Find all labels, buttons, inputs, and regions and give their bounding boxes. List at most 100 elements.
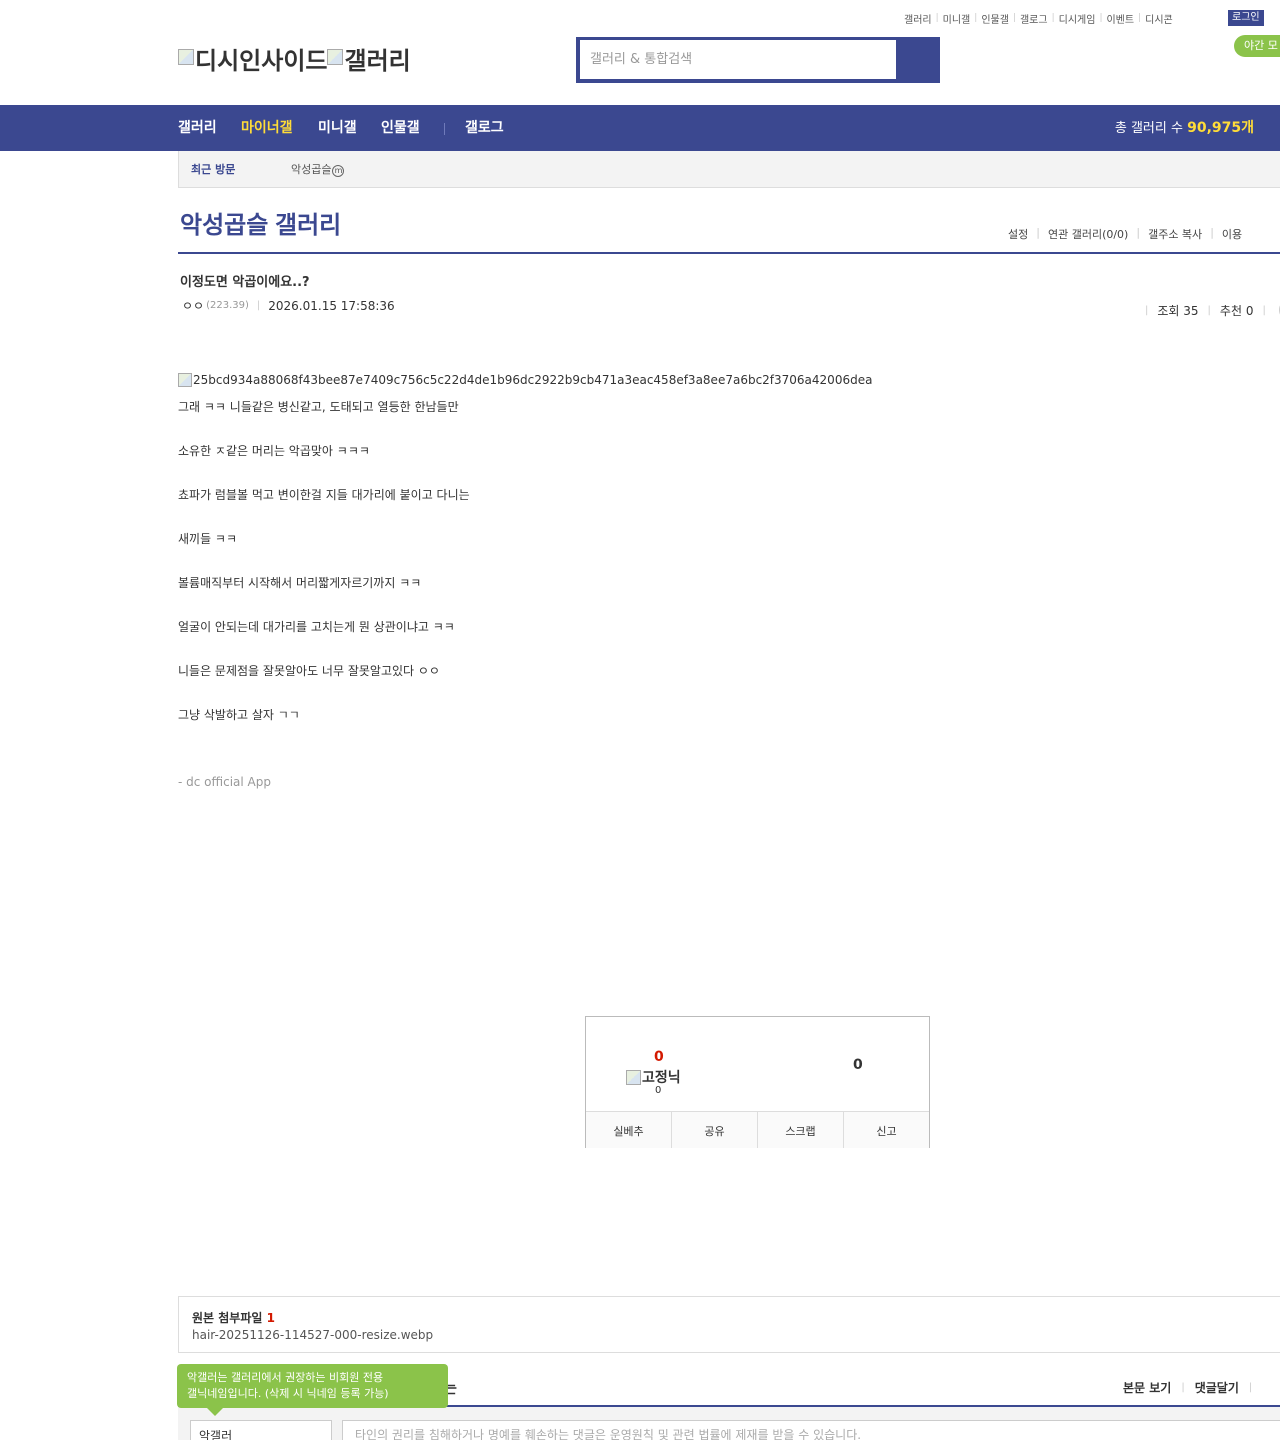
separator: | <box>1248 1382 1253 1393</box>
separator: | <box>1262 304 1266 316</box>
post-title: 이정도면 악곱이에요..? <box>180 275 310 290</box>
login-button[interactable]: 로그인 <box>1228 10 1264 26</box>
nickname-input[interactable] <box>190 1420 332 1440</box>
nav-item-minor[interactable]: 마이너갤 <box>241 105 293 151</box>
fixed-nick-label: 고정닉 <box>642 1070 681 1086</box>
fixed-nick-count: 0 <box>655 1085 662 1096</box>
total-gallery-count: 총 갤러리 수 90,975개 <box>1115 105 1254 151</box>
nav-item-person[interactable]: 인물갤 <box>381 105 420 151</box>
post-line: 새끼들 ㅋㅋ <box>178 532 238 546</box>
search-box <box>576 37 940 83</box>
search-button[interactable] <box>896 40 938 79</box>
separator: | <box>1036 226 1040 239</box>
separator: | <box>1145 304 1149 316</box>
post-line: 그래 ㅋㅋ 니들같은 병신같고, 도태되고 열등한 한남들만 <box>178 400 459 414</box>
separator: | <box>974 13 978 23</box>
separator: | <box>1099 13 1103 23</box>
view-post-link[interactable]: 본문 보기 <box>1123 1379 1171 1396</box>
post-author-ip: (223.39) <box>206 300 249 311</box>
copy-gallery-url-link[interactable]: 갤주소 복사 <box>1148 226 1202 242</box>
logo-gallery-text: 갤러리 <box>344 48 411 75</box>
nickname-tooltip: 악갤러는 갤러리에서 권장하는 비회원 전용 갤닉네임입니다. (삭제 시 닉네… <box>177 1364 448 1416</box>
minor-gallery-badge-icon: m <box>332 165 345 177</box>
related-gallery-link[interactable]: 연관 갤러리(0/0) <box>1048 226 1128 242</box>
nav-divider <box>444 123 445 135</box>
post-author[interactable]: ㅇㅇ <box>182 297 204 314</box>
fixed-nick-recommend: 고정닉 <box>626 1067 681 1087</box>
post-body: 그래 ㅋㅋ 니들같은 병신같고, 도태되고 열등한 한남들만 소유한 ㅈ같은 머… <box>178 398 878 750</box>
app-signature: - dc official App <box>178 775 271 789</box>
nav-item-gallog[interactable]: 갤로그 <box>465 105 504 151</box>
write-comment-link[interactable]: 댓글달기 <box>1195 1379 1239 1396</box>
post-meta: ㅇㅇ (223.39) | 2026.01.15 17:58:36 <box>182 297 395 314</box>
tooltip-line: 악갤러는 갤러리에서 권장하는 비회원 전용 <box>187 1371 384 1384</box>
scrap-button[interactable]: 스크랩 <box>758 1112 844 1148</box>
recommend-box: 0 고정닉 0 0 실베추 공유 스크랩 신고 <box>585 1016 930 1148</box>
gallery-settings-link[interactable]: 설정 <box>1008 226 1028 242</box>
post-views: 조회 35 <box>1157 303 1199 318</box>
separator: | <box>935 13 939 23</box>
recent-visit-item[interactable]: 악성곱슬 m <box>291 151 345 188</box>
post-line: 볼륨매직부터 시작해서 머리짧게자르기까지 ㅋㅋ <box>178 576 422 590</box>
recommend-up-count[interactable]: 0 <box>654 1049 664 1065</box>
util-link-mini[interactable]: 미니갤 <box>943 11 971 26</box>
total-label: 총 갤러리 수 <box>1114 121 1183 136</box>
nav-item-mini[interactable]: 미니갤 <box>318 105 357 151</box>
post-recommend-count: 추천 0 <box>1219 303 1254 318</box>
separator: | <box>256 300 261 311</box>
separator: | <box>1051 13 1055 23</box>
attachment-count: 1 <box>266 1311 275 1325</box>
comment-write-area <box>178 1407 1280 1440</box>
broken-image-icon <box>327 48 344 65</box>
usage-link[interactable]: 이용 <box>1222 226 1242 242</box>
separator: | <box>1136 226 1141 239</box>
report-button[interactable]: 신고 <box>844 1112 929 1148</box>
post-line: 그냥 삭발하고 살자 ㄱㄱ <box>178 708 300 722</box>
util-link-game[interactable]: 디시게임 <box>1059 11 1096 26</box>
util-link-event[interactable]: 이벤트 <box>1106 11 1134 26</box>
attachment-box: 원본 첨부파일 1 hair-20251126-114527-000-resiz… <box>178 1296 1280 1353</box>
post-image[interactable]: 25bcd934a88068f43bee87e7409c756c5c22d4de… <box>178 373 872 387</box>
recommend-down-count[interactable]: 0 <box>853 1057 863 1073</box>
separator: | <box>1181 1382 1185 1393</box>
recommend-actions: 실베추 공유 스크랩 신고 <box>586 1111 929 1148</box>
broken-image-icon <box>178 48 194 65</box>
broken-image-icon <box>626 1069 641 1085</box>
tooltip-line: 갤닉네임입니다. (삭제 시 닉네임 등록 가능) <box>187 1387 389 1400</box>
post-line: 니들은 문제점을 잘못알아도 너무 잘못알고있다 ㅇㅇ <box>178 664 440 678</box>
separator: | <box>1138 13 1142 23</box>
attachment-title-label: 원본 첨부파일 <box>192 1311 263 1325</box>
separator: | <box>1012 13 1016 23</box>
site-logo[interactable]: 디시인사이드 갤러리 <box>178 41 411 76</box>
search-input[interactable] <box>580 40 896 79</box>
post-stats: | 조회 35 | 추천 0 | <box>1136 299 1280 321</box>
logo-site-text: 디시인사이드 <box>195 48 328 75</box>
real-best-button[interactable]: 실베추 <box>586 1112 672 1148</box>
total-count: 90,975개 <box>1187 120 1254 136</box>
recent-visit-title: 최근 방문 <box>191 163 236 176</box>
share-button[interactable]: 공유 <box>672 1112 758 1148</box>
recent-item-label: 악성곱슬 <box>291 163 332 176</box>
separator: | <box>1207 304 1211 316</box>
attachment-file-link[interactable]: hair-20251126-114527-000-resize.webp <box>192 1328 433 1342</box>
recent-visit-bar: 최근 방문 악성곱슬 m <box>178 151 1280 188</box>
gallery-title[interactable]: 악성곱슬 갤러리 <box>180 205 341 240</box>
broken-image-icon <box>178 373 192 387</box>
attachment-title: 원본 첨부파일 1 <box>192 1309 275 1326</box>
top-util-links: 갤러리 | 미니갤 | 인물갤 | 갤로그 | 디시게임 | 이벤트 | 디시콘 <box>904 10 1173 26</box>
separator: | <box>1210 226 1214 239</box>
post-line: 쵸파가 럼블볼 먹고 변이한걸 지들 대가리에 붙이고 다니는 <box>178 488 470 502</box>
main-nav: 갤러리 마이너갤 미니갤 인물갤 갤로그 총 갤러리 수 90,975개 <box>0 105 1280 151</box>
nav-item-gallery[interactable]: 갤러리 <box>178 105 217 151</box>
comment-input[interactable] <box>342 1420 1280 1440</box>
night-mode-toggle[interactable]: 야간 모 <box>1234 35 1280 57</box>
util-link-dccon[interactable]: 디시콘 <box>1145 11 1173 26</box>
post-image-alt: 25bcd934a88068f43bee87e7409c756c5c22d4de… <box>193 373 873 387</box>
post-line: 소유한 ㅈ같은 머리는 악곱맞아 ㅋㅋㅋ <box>178 444 370 458</box>
util-link-person[interactable]: 인물갤 <box>981 11 1009 26</box>
post-line: 얼굴이 안되는데 대가리를 고치는게 뭔 상관이냐고 ㅋㅋ <box>178 620 455 634</box>
comment-header-links: 본문 보기 | 댓글달기 | <box>1123 1379 1262 1396</box>
util-link-gallog[interactable]: 갤로그 <box>1020 11 1048 26</box>
util-link-gallery[interactable]: 갤러리 <box>904 11 932 26</box>
title-divider <box>178 252 1280 254</box>
